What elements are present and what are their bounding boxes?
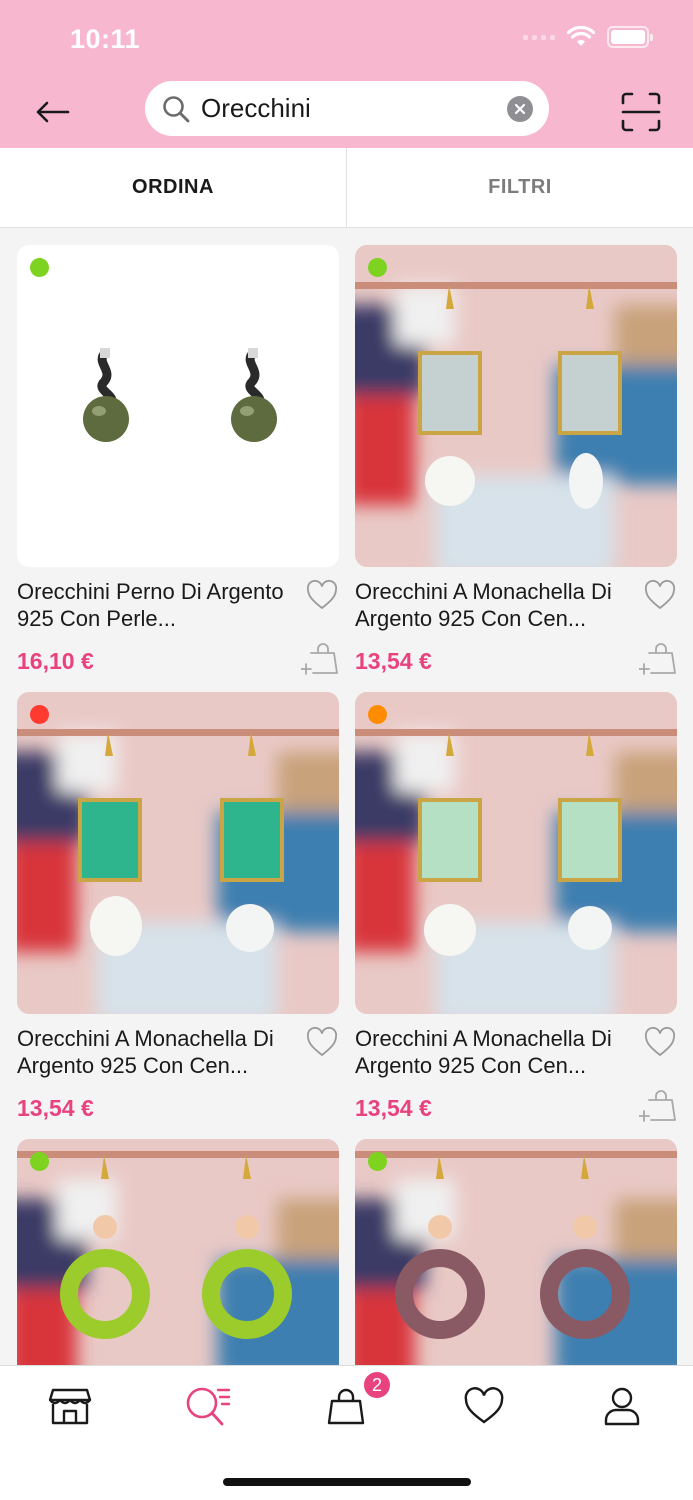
product-image[interactable] [17,245,339,567]
bag-icon [327,1388,365,1425]
close-icon [514,103,526,114]
availability-dot [30,1152,49,1171]
heart-icon [464,1387,504,1424]
scan-icon [621,92,661,132]
add-to-bag-icon [300,643,338,675]
nav-search[interactable] [184,1384,232,1428]
product-grid: Orecchini Perno Di Argento 925 Con Perle… [0,229,693,1365]
add-to-cart-button[interactable] [638,639,677,677]
product-card[interactable]: Orecchini Perno Di Argento 925 Con Perle… [17,245,339,675]
add-to-bag-icon [638,1090,676,1122]
barcode-scan-button[interactable] [619,90,663,134]
tab-filtri[interactable]: FILTRI [346,148,693,227]
status-icons [523,26,653,48]
product-image[interactable] [355,245,677,567]
product-card[interactable]: Orecchini A Monachella Di Argento 925 Co… [355,245,677,675]
product-price: 13,54 € [355,648,432,674]
battery-icon [607,26,653,48]
product-title[interactable]: Orecchini Perno Di Argento 925 Con Perle… [17,578,295,632]
availability-dot [368,705,387,724]
wifi-icon [567,26,595,46]
home-indicator [223,1478,471,1486]
sort-filter-tabs: ORDINA FILTRI [0,148,693,228]
nav-wishlist[interactable] [460,1384,508,1428]
add-to-cart-button[interactable] [300,639,339,677]
nav-account[interactable] [598,1384,646,1428]
tab-ordina[interactable]: ORDINA [0,148,346,227]
product-title[interactable]: Orecchini A Monachella Di Argento 925 Co… [17,1025,295,1079]
product-title[interactable]: Orecchini A Monachella Di Argento 925 Co… [355,578,633,632]
arrow-left-icon [36,101,70,123]
product-image[interactable] [17,692,339,1014]
cellular-signal-icon [523,34,555,40]
back-button[interactable] [30,92,74,132]
wishlist-button[interactable] [305,1026,339,1058]
search-input[interactable] [201,93,507,124]
search-list-icon [186,1387,231,1426]
heart-icon [306,1026,338,1057]
clear-search-button[interactable] [507,95,533,122]
add-to-bag-icon [638,643,676,675]
product-price: 13,54 € [355,1095,432,1121]
product-image[interactable] [355,692,677,1014]
app-header: 10:11 [0,0,693,148]
product-card[interactable] [17,1139,339,1365]
nav-shop[interactable] [46,1384,94,1428]
product-title[interactable]: Orecchini A Monachella Di Argento 925 Co… [355,1025,633,1079]
cart-badge: 2 [362,1370,392,1400]
heart-icon [644,579,676,610]
store-icon [48,1388,92,1425]
product-card[interactable] [355,1139,677,1365]
search-icon [163,95,190,122]
product-price: 16,10 € [17,648,94,674]
status-time: 10:11 [70,24,141,54]
availability-dot [368,258,387,277]
wishlist-button[interactable] [305,579,339,611]
heart-icon [306,579,338,610]
product-card[interactable]: Orecchini A Monachella Di Argento 925 Co… [355,692,677,1122]
heart-icon [644,1026,676,1057]
product-image[interactable] [355,1139,677,1365]
availability-dot [368,1152,387,1171]
product-image[interactable] [17,1139,339,1365]
add-to-cart-button[interactable] [638,1086,677,1124]
wishlist-button[interactable] [643,1026,677,1058]
user-icon [604,1387,640,1426]
availability-dot [30,258,49,277]
product-card[interactable]: Orecchini A Monachella Di Argento 925 Co… [17,692,339,1121]
availability-dot [30,705,49,724]
wishlist-button[interactable] [643,579,677,611]
search-bar[interactable] [145,81,549,136]
nav-cart[interactable]: 2 [322,1370,392,1428]
product-price: 13,54 € [17,1095,94,1121]
